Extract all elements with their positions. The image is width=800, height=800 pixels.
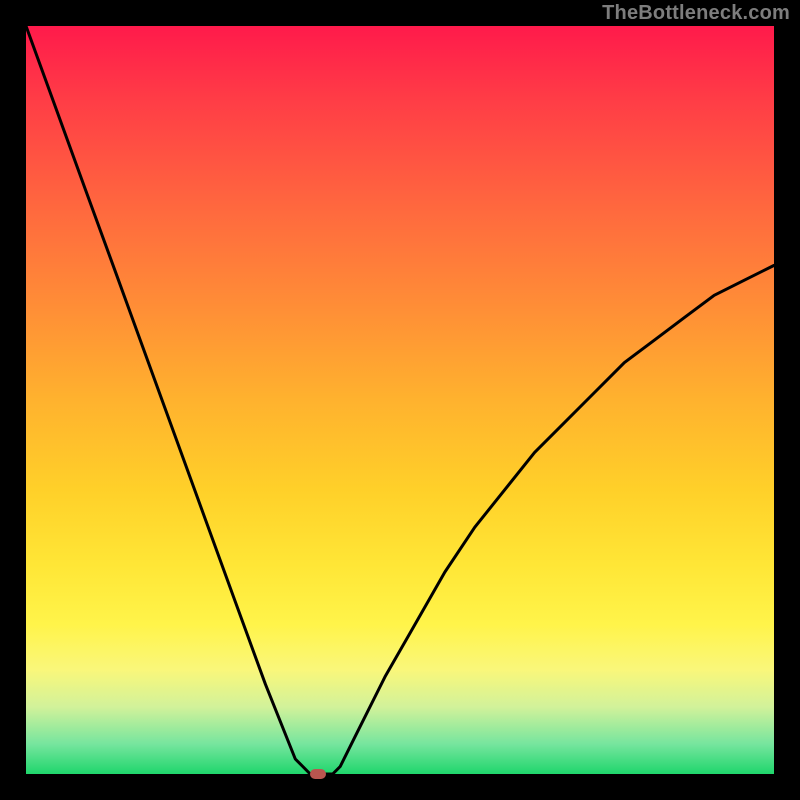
plot-area bbox=[26, 26, 774, 774]
chart-frame: TheBottleneck.com bbox=[0, 0, 800, 800]
watermark-text: TheBottleneck.com bbox=[602, 2, 790, 25]
optimal-point-marker bbox=[310, 769, 326, 779]
bottleneck-curve bbox=[26, 26, 774, 774]
